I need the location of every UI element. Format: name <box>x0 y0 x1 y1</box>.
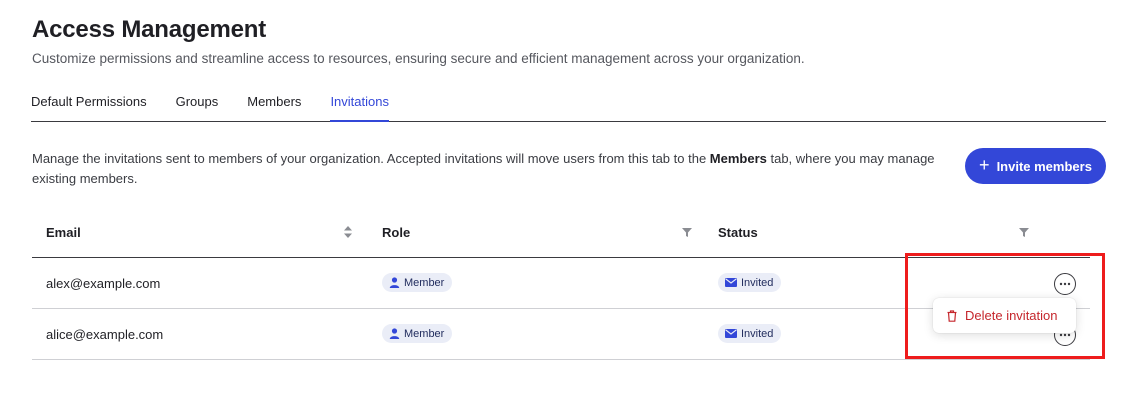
status-label: Invited <box>741 327 774 340</box>
filter-icon[interactable] <box>682 228 692 237</box>
more-horizontal-icon <box>1059 333 1071 337</box>
intro-text: Manage the invitations sent to members o… <box>32 149 942 188</box>
more-horizontal-icon <box>1059 282 1071 286</box>
delete-invitation-label: Delete invitation <box>965 308 1058 323</box>
page-title: Access Management <box>32 16 267 43</box>
column-header-email[interactable]: Email <box>46 225 81 240</box>
delete-invitation-menu-item[interactable]: Delete invitation <box>933 298 1076 333</box>
email-cell: alice@example.com <box>46 327 164 342</box>
intro-text-bold: Members <box>709 151 767 166</box>
sort-icon[interactable] <box>343 225 353 239</box>
table-row: alex@example.com Member Invited <box>32 258 1090 309</box>
plus-icon: + <box>979 155 990 175</box>
envelope-icon <box>725 278 737 287</box>
user-icon <box>389 277 400 288</box>
role-badge: Member <box>382 324 453 343</box>
tab-bar: Default Permissions Groups Members Invit… <box>31 90 1106 122</box>
user-icon <box>389 328 400 339</box>
status-badge: Invited <box>718 273 782 292</box>
role-label: Member <box>404 327 445 340</box>
column-header-role: Role <box>382 225 411 240</box>
tab-members[interactable]: Members <box>247 90 301 122</box>
row-actions-button[interactable] <box>1054 273 1076 295</box>
intro-text-start: Manage the invitations sent to members o… <box>32 151 710 166</box>
invite-members-button[interactable]: + Invite members <box>965 148 1106 184</box>
tab-invitations[interactable]: Invitations <box>330 90 389 122</box>
email-cell: alex@example.com <box>46 276 161 291</box>
status-label: Invited <box>741 276 774 289</box>
role-label: Member <box>404 276 445 289</box>
invite-members-label: Invite members <box>996 158 1092 174</box>
tab-groups[interactable]: Groups <box>176 90 219 122</box>
filter-icon[interactable] <box>1019 228 1029 237</box>
table-row: alice@example.com Member Invited <box>32 309 1090 360</box>
tab-default-permissions[interactable]: Default Permissions <box>31 90 147 122</box>
invitations-table: Email Role Status alex@example.com Membe… <box>32 207 1090 360</box>
page-subtitle: Customize permissions and streamline acc… <box>32 51 805 66</box>
status-badge: Invited <box>718 324 782 343</box>
role-badge: Member <box>382 273 453 292</box>
envelope-icon <box>725 329 737 338</box>
trash-icon <box>947 309 957 322</box>
table-header: Email Role Status <box>32 207 1090 258</box>
column-header-status: Status <box>718 225 758 240</box>
